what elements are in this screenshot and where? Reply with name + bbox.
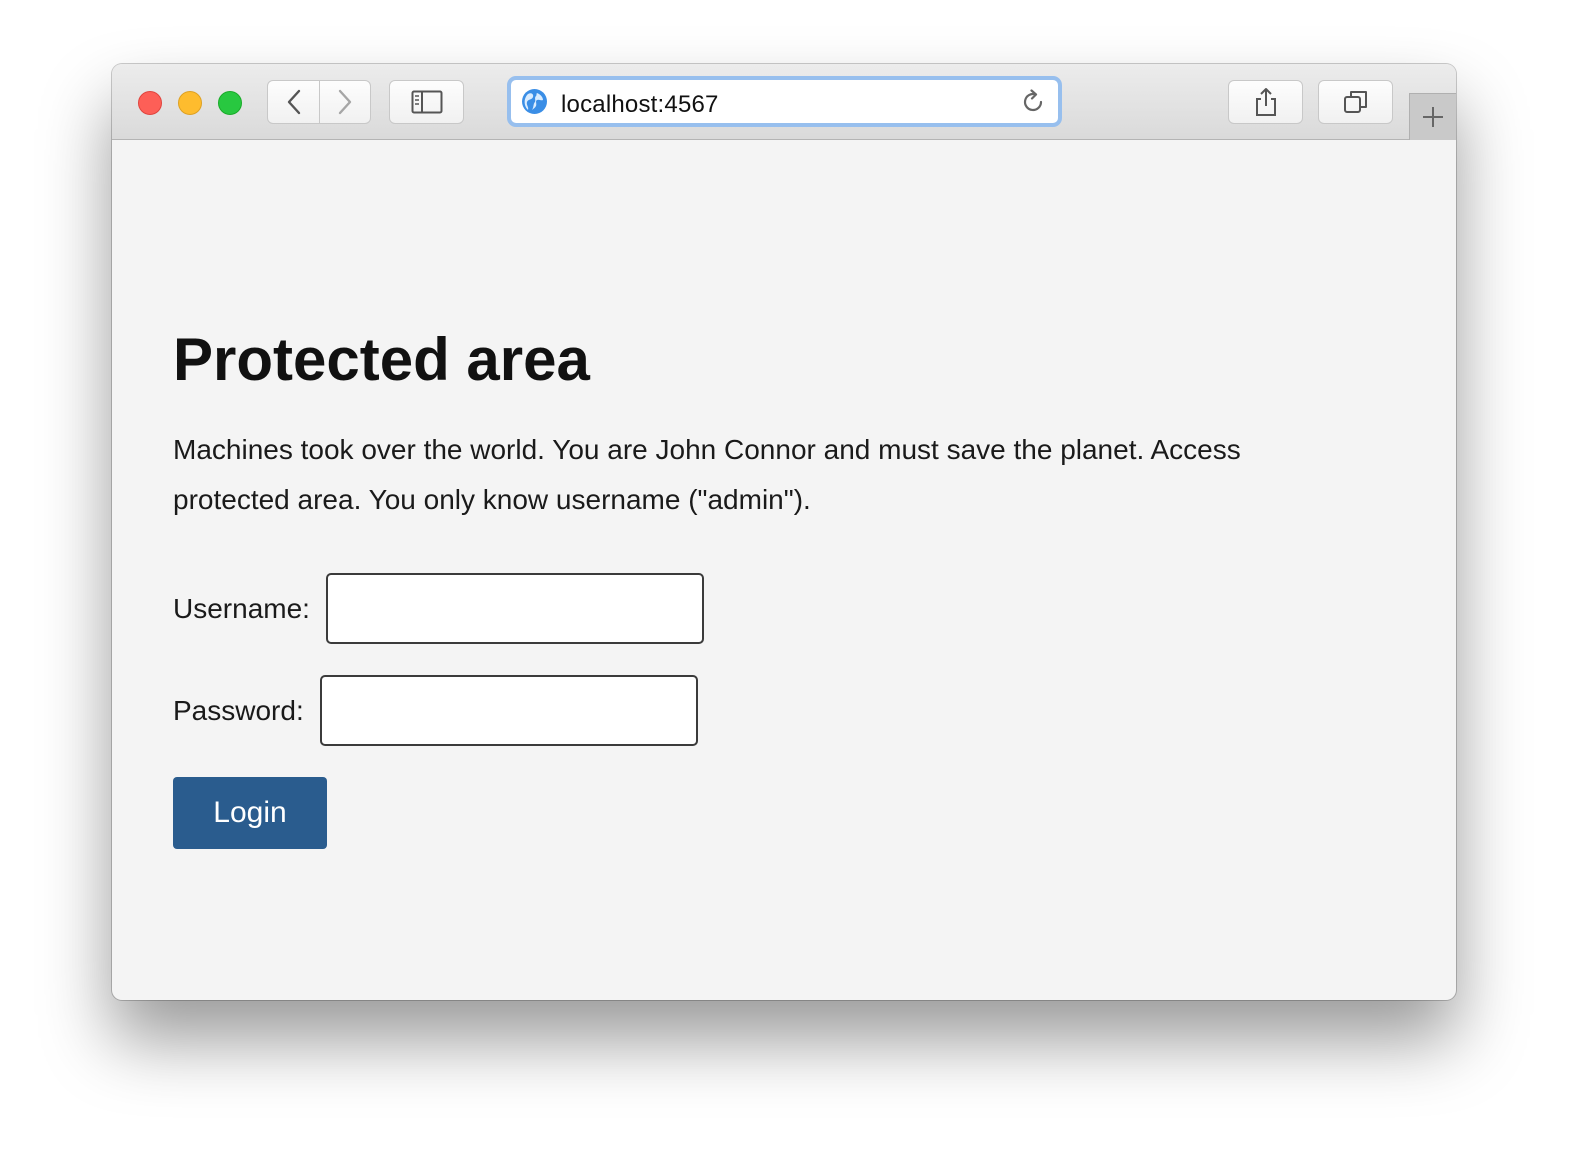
- chevron-right-icon: [338, 89, 352, 115]
- username-row: Username:: [173, 573, 704, 644]
- maximize-window-button[interactable]: [218, 91, 242, 115]
- address-bar[interactable]: localhost:4567: [507, 76, 1062, 127]
- new-tab-button[interactable]: [1409, 93, 1456, 140]
- chevron-left-icon: [287, 89, 300, 115]
- login-button[interactable]: Login: [173, 777, 327, 849]
- globe-icon: [522, 89, 547, 114]
- password-row: Password:: [173, 675, 698, 746]
- minimize-window-button[interactable]: [178, 91, 202, 115]
- password-input[interactable]: [319, 675, 698, 746]
- password-label: Password:: [173, 694, 304, 726]
- url-text: localhost:4567: [561, 91, 719, 118]
- back-button[interactable]: [267, 80, 320, 124]
- tab-overview-button[interactable]: [1318, 80, 1393, 124]
- intro-text: Machines took over the world. You are Jo…: [173, 434, 1241, 515]
- close-window-button[interactable]: [138, 91, 162, 115]
- reload-icon[interactable]: [1020, 89, 1046, 115]
- tabs-overview-icon: [1343, 91, 1367, 113]
- share-icon: [1255, 88, 1276, 116]
- browser-window: localhost:4567 Protected area Machines t…: [112, 64, 1456, 1000]
- forward-button[interactable]: [319, 80, 371, 124]
- browser-toolbar: localhost:4567: [112, 64, 1456, 140]
- page-title: Protected area: [173, 326, 590, 393]
- sidebar-icon: [411, 90, 442, 114]
- username-label: Username:: [173, 592, 310, 624]
- share-button[interactable]: [1228, 80, 1303, 124]
- username-input[interactable]: [325, 573, 704, 644]
- plus-icon: [1423, 107, 1443, 127]
- sidebar-toggle-button[interactable]: [389, 80, 464, 124]
